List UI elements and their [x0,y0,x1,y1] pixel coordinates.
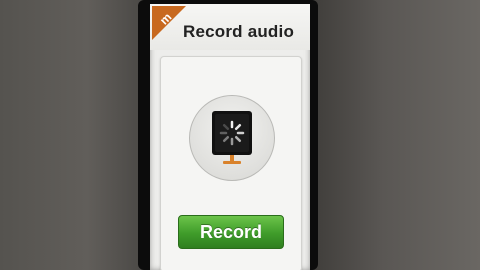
phone-screen: m Record audio Record [150,4,310,270]
page-title: Record audio [183,22,295,41]
record-button[interactable]: Record [178,215,284,249]
microphone-loading-icon [212,111,252,164]
record-panel: Record [160,56,302,270]
app-header: m Record audio [150,4,310,50]
background-right [305,0,480,270]
background-left [0,0,145,270]
microphone-container [189,95,275,181]
app-logo-badge-icon[interactable]: m [152,6,186,40]
